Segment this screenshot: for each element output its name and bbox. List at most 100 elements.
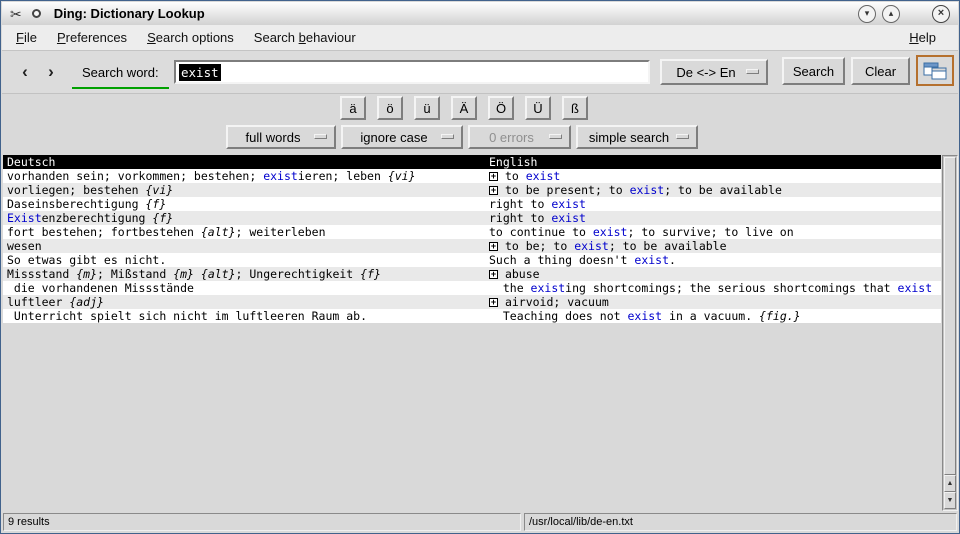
table-row: So etwas gibt es nicht.Such a thing does…: [3, 253, 941, 267]
cell-deutsch: wesen: [3, 239, 489, 253]
statusbar: 9 results /usr/local/lib/de-en.txt: [2, 512, 958, 532]
table-row: Missstand {m}; Mißstand {m} {alt}; Unger…: [3, 267, 941, 281]
header-deutsch: Deutsch: [3, 155, 489, 169]
cell-english: right to exist: [489, 197, 941, 211]
char-button-Ü[interactable]: Ü: [525, 96, 551, 120]
char-button-Ö[interactable]: Ö: [488, 96, 514, 120]
match-highlight: exist: [526, 169, 561, 183]
scroll-up-button[interactable]: ▲: [944, 475, 956, 492]
cell-deutsch: vorliegen; bestehen {vi}: [3, 183, 489, 197]
cell-deutsch: vorhanden sein; vorkommen; bestehen; exi…: [3, 169, 489, 183]
option-menu-label: ignore case: [360, 130, 443, 145]
language-direction-value: De <-> En: [676, 65, 751, 80]
match-highlight: exist: [263, 169, 298, 183]
vertical-scrollbar[interactable]: ▲ ▼: [942, 155, 958, 511]
cell-english: + to be present; to exist; to be availab…: [489, 183, 941, 197]
table-row: Existenzberechtigung {f}right to exist: [3, 211, 941, 225]
options-row: full words ignore case 0 errors simple sear…: [226, 125, 698, 149]
header-english: English: [489, 155, 941, 169]
optionmenu-indicator: [314, 134, 327, 139]
results-count: 9 results: [3, 513, 521, 531]
titlebar[interactable]: ✂ Ding: Dictionary Lookup ▾ ▴ ×: [2, 2, 958, 26]
search-word-label-text: Search word:: [82, 65, 159, 80]
close-button[interactable]: ×: [932, 5, 950, 23]
menubar: FilePreferencesSearch optionsSearch beha…: [2, 25, 958, 51]
option-menu-simple-search[interactable]: simple search: [576, 125, 698, 149]
match-highlight: exist: [627, 309, 662, 323]
expand-plus-icon[interactable]: +: [489, 186, 498, 195]
menubar-help: Help: [899, 26, 946, 49]
match-highlight: Exist: [7, 211, 42, 225]
cell-deutsch: Daseinsberechtigung {f}: [3, 197, 489, 211]
window-title: Ding: Dictionary Lookup: [54, 6, 205, 21]
table-row: die vorhandenen Missstände the existing …: [3, 281, 941, 295]
minimize-button[interactable]: ▾: [858, 5, 876, 23]
table-header: Deutsch English: [3, 155, 941, 169]
expand-plus-icon[interactable]: +: [489, 242, 498, 251]
cell-deutsch: Unterricht spielt sich nicht im luftleer…: [3, 309, 489, 323]
cell-deutsch: Missstand {m}; Mißstand {m} {alt}; Unger…: [3, 267, 489, 281]
cell-english: the existing shortcomings; the serious s…: [489, 281, 941, 295]
forward-button[interactable]: ›: [40, 60, 62, 84]
char-button-Ä[interactable]: Ä: [451, 96, 477, 120]
arrow-down-icon: ▼: [947, 497, 954, 504]
mini-window-button[interactable]: [916, 55, 954, 86]
menu-item-help[interactable]: Help: [899, 26, 946, 49]
cell-english: + to exist: [489, 169, 941, 183]
optionmenu-indicator: [746, 69, 759, 74]
option-menu-label: 0 errors: [489, 130, 550, 145]
sticky-pin-icon[interactable]: [32, 9, 41, 18]
expand-plus-icon[interactable]: +: [489, 298, 498, 307]
char-button-ö[interactable]: ö: [377, 96, 403, 120]
char-button-ü[interactable]: ü: [414, 96, 440, 120]
clear-button[interactable]: Clear: [851, 57, 910, 85]
dictionary-path: /usr/local/lib/de-en.txt: [524, 513, 957, 531]
back-button[interactable]: ‹: [14, 60, 36, 84]
app-icon: ✂: [10, 7, 22, 21]
table-row: Unterricht spielt sich nicht im luftleer…: [3, 309, 941, 323]
table-row: wesen+ to be; to exist; to be available: [3, 239, 941, 253]
search-button[interactable]: Search: [782, 57, 845, 85]
arrow-up-icon: ▲: [947, 480, 954, 487]
cell-deutsch: fort bestehen; fortbestehen {alt}; weite…: [3, 225, 489, 239]
optionmenu-indicator: [441, 134, 454, 139]
match-highlight: exist: [574, 239, 609, 253]
maximize-button[interactable]: ▴: [882, 5, 900, 23]
results-table: Deutsch English vorhanden sein; vorkomme…: [3, 155, 941, 511]
expand-plus-icon[interactable]: +: [489, 172, 498, 181]
mini-window-icon: [923, 62, 947, 80]
char-button-ß[interactable]: ß: [562, 96, 588, 120]
search-word-label: Search word:: [72, 57, 169, 89]
table-row: vorhanden sein; vorkommen; bestehen; exi…: [3, 169, 941, 183]
match-highlight: exist: [630, 183, 665, 197]
scroll-down-button[interactable]: ▼: [944, 492, 956, 509]
cell-deutsch: Existenzberechtigung {f}: [3, 211, 489, 225]
match-highlight: exist: [551, 211, 586, 225]
cell-english: + abuse: [489, 267, 941, 281]
results-body: vorhanden sein; vorkommen; bestehen; exi…: [3, 169, 941, 323]
option-menu-full-words[interactable]: full words: [226, 125, 336, 149]
cell-english: + airvoid; vacuum: [489, 295, 941, 309]
match-highlight: exist: [593, 225, 628, 239]
cell-deutsch: So etwas gibt es nicht.: [3, 253, 489, 267]
option-menu-ignore-case[interactable]: ignore case: [341, 125, 463, 149]
menu-item-search-options[interactable]: Search options: [137, 26, 244, 49]
optionmenu-indicator: [549, 134, 562, 139]
selected-search-text: exist: [179, 64, 221, 81]
menubar-items: FilePreferencesSearch optionsSearch beha…: [6, 26, 366, 49]
search-input[interactable]: exist: [174, 60, 650, 84]
window-controls: ▾ ▴ ×: [858, 5, 950, 23]
menu-item-search-behaviour[interactable]: Search behaviour: [244, 26, 366, 49]
app-window: ✂ Ding: Dictionary Lookup ▾ ▴ × FilePref…: [0, 0, 960, 534]
menu-item-preferences[interactable]: Preferences: [47, 26, 137, 49]
match-highlight: exist: [634, 253, 669, 267]
scrollbar-thumb[interactable]: [944, 157, 956, 475]
cell-english: right to exist: [489, 211, 941, 225]
menu-item-file[interactable]: File: [6, 26, 47, 49]
optionmenu-indicator: [676, 134, 689, 139]
language-direction-select[interactable]: De <-> En: [660, 59, 768, 85]
match-highlight: exist: [898, 281, 933, 295]
char-button-ä[interactable]: ä: [340, 96, 366, 120]
expand-plus-icon[interactable]: +: [489, 270, 498, 279]
cell-english: + to be; to exist; to be available: [489, 239, 941, 253]
